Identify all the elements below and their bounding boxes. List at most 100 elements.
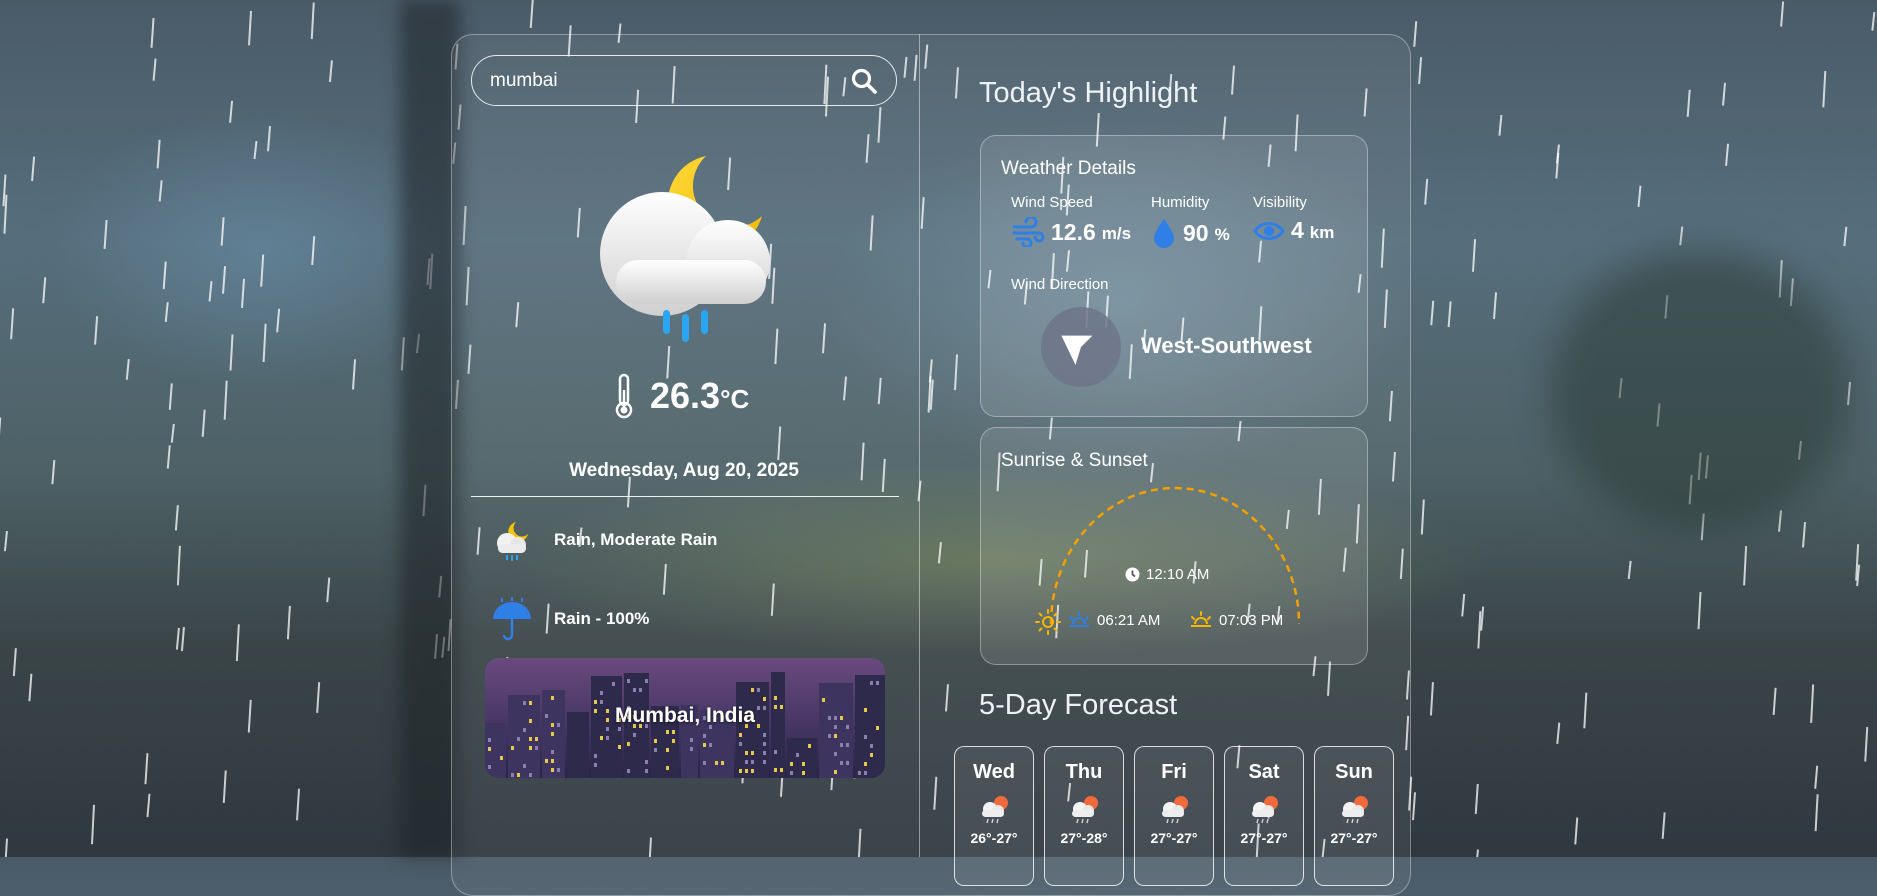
rain-streak bbox=[95, 316, 97, 344]
rain-streak bbox=[1699, 592, 1701, 629]
weather-details-title: Weather Details bbox=[1001, 158, 1136, 180]
current-time: 12:10 AM bbox=[1125, 566, 1209, 583]
humidity-unit: % bbox=[1215, 225, 1230, 245]
background-tree-foliage bbox=[1550, 250, 1850, 530]
location-name: Mumbai, India bbox=[485, 704, 885, 728]
rain-streak bbox=[225, 381, 227, 420]
rain-streak bbox=[32, 157, 34, 181]
forecast-day-card: Sun27°-27° bbox=[1314, 746, 1394, 886]
rain-streak bbox=[145, 753, 147, 784]
rain-streak bbox=[29, 674, 31, 701]
rain-streak bbox=[1638, 186, 1640, 207]
umbrella-icon bbox=[490, 597, 534, 641]
rain-streak bbox=[312, 3, 314, 40]
forecast-temp-range: 27°-27° bbox=[1135, 830, 1213, 846]
forecast-temp-range: 27°-27° bbox=[1225, 830, 1303, 846]
wind-direction-compass bbox=[1041, 307, 1121, 387]
rain-streak bbox=[154, 59, 156, 81]
sun-path-arc bbox=[981, 428, 1369, 666]
rain-streak bbox=[164, 262, 166, 290]
sunset-icon bbox=[1189, 610, 1213, 630]
location-card: Mumbai, India bbox=[485, 658, 885, 778]
forecast-day-card: Thu 27°-28° bbox=[1044, 746, 1124, 886]
rain-streak bbox=[1774, 688, 1776, 715]
rain-streak bbox=[5, 531, 7, 551]
rain-streak bbox=[92, 805, 94, 844]
rain-streak bbox=[261, 255, 263, 287]
rain-streak bbox=[1473, 239, 1475, 272]
rain-streak bbox=[14, 648, 16, 676]
rain-streak bbox=[1449, 301, 1451, 327]
forecast-day-card: Sat27°-27° bbox=[1224, 746, 1304, 886]
sun-position-marker bbox=[1036, 610, 1060, 634]
rain-streak bbox=[5, 839, 7, 857]
rain-streak bbox=[223, 266, 225, 293]
rain-streak bbox=[1425, 179, 1427, 205]
rain-streak bbox=[1575, 817, 1577, 844]
rain-streak bbox=[1803, 522, 1805, 547]
search-icon[interactable] bbox=[850, 67, 878, 95]
rain-streak bbox=[1478, 611, 1480, 648]
rain-streak bbox=[1476, 850, 1478, 857]
visibility-unit: km bbox=[1310, 223, 1335, 243]
rain-streak bbox=[1431, 301, 1433, 325]
forecast-temp-range: 27°-28° bbox=[1045, 830, 1123, 846]
rain-cloud-sun-icon bbox=[1337, 794, 1371, 824]
rain-streak bbox=[264, 324, 266, 362]
rain-cloud-sun-icon bbox=[977, 794, 1011, 824]
humidity-value: 90 bbox=[1183, 220, 1209, 247]
rain-streak bbox=[297, 789, 299, 821]
rain-streak bbox=[1872, 12, 1874, 31]
rain-streak bbox=[1414, 21, 1416, 47]
highlights-heading: Today's Highlight bbox=[979, 77, 1197, 110]
wind-speed-unit: m/s bbox=[1102, 224, 1131, 244]
rain-streak bbox=[1462, 594, 1464, 616]
wind-direction-value: West-Southwest bbox=[1141, 333, 1312, 359]
rain-streak bbox=[327, 578, 329, 603]
rain-streak bbox=[105, 220, 107, 249]
panel-divider bbox=[919, 34, 920, 857]
rain-streak bbox=[1481, 607, 1483, 631]
rain-streak bbox=[1816, 794, 1818, 831]
eye-icon bbox=[1253, 218, 1285, 244]
rain-streak bbox=[1744, 546, 1746, 585]
humidity-stat: Humidity 90 % bbox=[1151, 194, 1230, 249]
night-rain-cloud-icon bbox=[490, 518, 534, 562]
sunset-text: 07:03 PM bbox=[1219, 612, 1283, 629]
visibility-value: 4 bbox=[1291, 217, 1304, 244]
rain-streak bbox=[317, 682, 319, 713]
rain-streak bbox=[168, 445, 170, 468]
visibility-stat: Visibility 4 km bbox=[1253, 194, 1334, 244]
rain-streak bbox=[268, 126, 270, 151]
rain-streak bbox=[1779, 510, 1781, 531]
rain-streak bbox=[224, 770, 226, 803]
rain-chance-row: Rain - 100% bbox=[490, 597, 649, 641]
rain-streak bbox=[177, 628, 179, 650]
forecast-day-card: Wed26°-27° bbox=[954, 746, 1034, 886]
navigation-arrow-icon bbox=[1059, 325, 1103, 369]
forecast-day-name: Sun bbox=[1315, 761, 1393, 784]
search-bar[interactable]: mumbai bbox=[471, 55, 897, 106]
forecast-day-name: Fri bbox=[1135, 761, 1213, 784]
rain-streak bbox=[127, 359, 129, 380]
sunset-time: 07:03 PM bbox=[1189, 610, 1283, 630]
rain-streak bbox=[1865, 727, 1867, 762]
rain-streak bbox=[176, 505, 178, 530]
rain-streak bbox=[222, 217, 224, 245]
rain-streak bbox=[178, 546, 180, 585]
rain-streak bbox=[288, 606, 290, 639]
rain-streak bbox=[147, 794, 149, 817]
rain-cloud-sun-icon bbox=[1157, 794, 1191, 824]
rain-streak bbox=[1431, 682, 1433, 715]
search-input[interactable]: mumbai bbox=[490, 70, 850, 92]
forecast-day-name: Thu bbox=[1045, 761, 1123, 784]
wind-speed-value: 12.6 bbox=[1051, 219, 1096, 246]
rain-streak bbox=[52, 460, 54, 484]
rain-chance-text: Rain - 100% bbox=[554, 609, 649, 629]
rain-streak bbox=[249, 700, 251, 733]
rain-streak bbox=[249, 11, 251, 45]
rain-streak bbox=[277, 309, 279, 333]
visibility-label: Visibility bbox=[1253, 194, 1334, 211]
night-rain-cloud-icon bbox=[596, 148, 786, 348]
temperature-value: 26.3 bbox=[650, 375, 720, 416]
